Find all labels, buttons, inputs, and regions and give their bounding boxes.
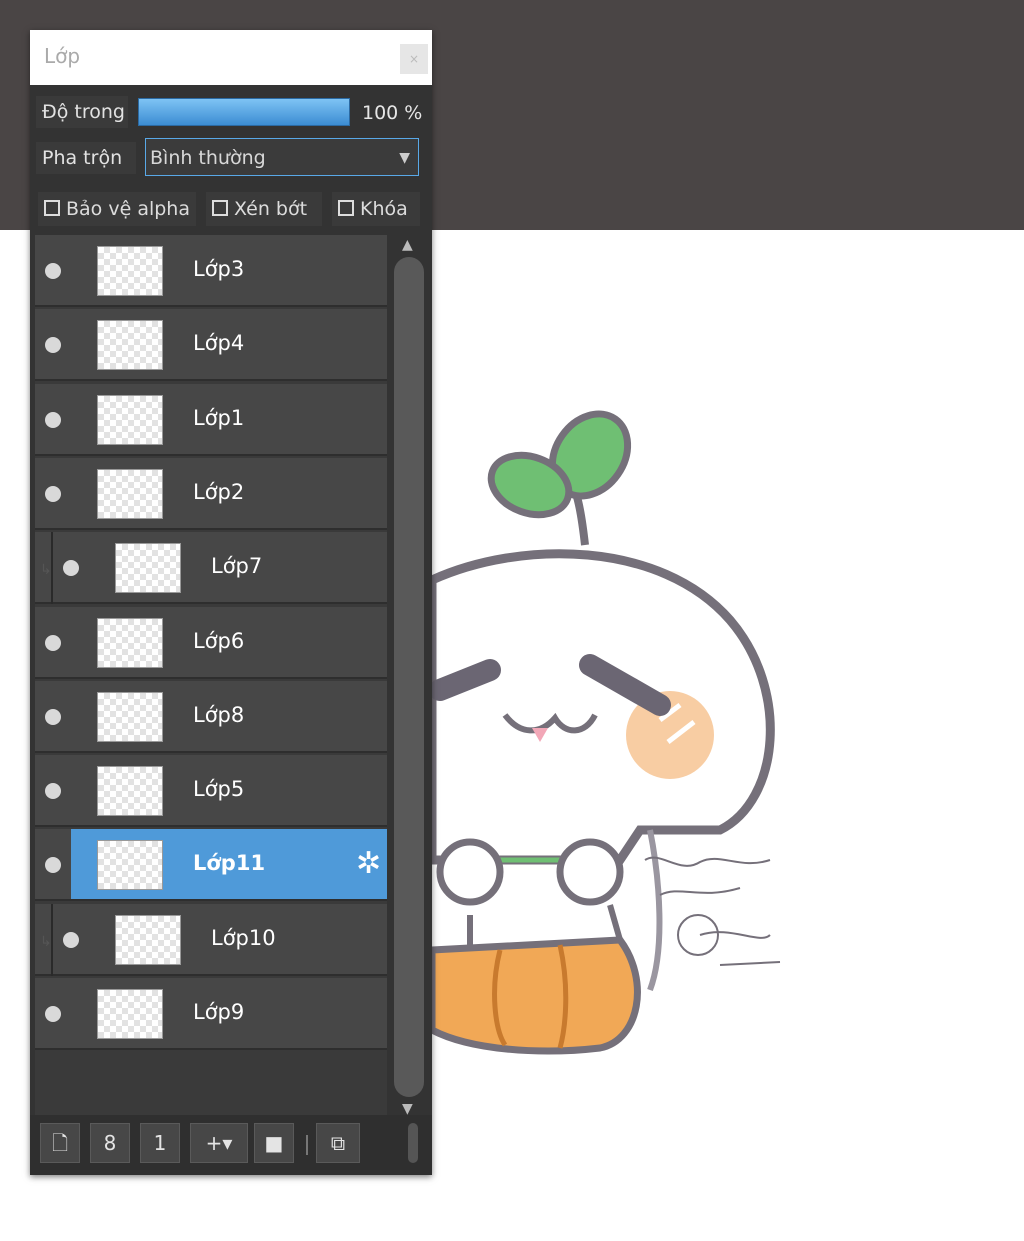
layer-thumbnail [97,468,163,519]
new-8bit-layer-icon[interactable]: 8 [90,1123,130,1163]
layer-list[interactable]: Lớp3 Lớp4 Lớp1 Lớp2 ↳ Lớp7 Lớp6 Lớp8 Lớp5 Lớp11 ✲ ↳… [35,235,387,1145]
toolbar-divider [306,1135,308,1155]
scroll-thumb[interactable] [394,257,424,1097]
layer-row[interactable]: Lớp3 [35,235,387,307]
new-layer-icon[interactable]: 🗋 [40,1123,80,1163]
lock-checkbox[interactable]: Khóa [332,192,420,226]
scroll-up-icon[interactable]: ▲ [402,237,413,253]
layer-thumbnail [97,320,163,371]
layer-list-scrollbar[interactable]: ▲ ▼ [392,235,426,1117]
layer-row[interactable]: Lớp9 [35,978,387,1050]
layer-name: Lớp5 [193,777,245,802]
blend-mode-select[interactable]: Bình thường ▼ [145,138,419,176]
opacity-value: 100 % [362,102,423,124]
visibility-toggle-icon[interactable] [45,485,61,502]
blend-mode-value: Bình thường [150,147,266,169]
clip-arrow-icon: ↳ [40,933,52,950]
layer-name: Lớp7 [211,554,263,579]
layer-toolbar: 🗋 8 1 +▾ ■ ⧉ [30,1115,432,1175]
visibility-toggle-icon[interactable] [45,263,61,279]
protect-alpha-label: Bảo vệ alpha [66,198,190,220]
clipping-label: Xén bớt [234,198,308,220]
layer-name: Lớp8 [193,702,245,727]
visibility-toggle-icon[interactable] [63,560,79,577]
layer-name: Lớp3 [193,257,245,281]
clipping-checkbox[interactable]: Xén bớt [206,192,322,226]
visibility-toggle-icon[interactable] [63,931,79,948]
layer-thumbnail [97,989,163,1039]
layer-name: Lớp10 [211,925,276,950]
layer-row[interactable]: Lớp4 [35,309,387,382]
layer-thumbnail [97,617,163,668]
checkbox-icon [338,200,354,216]
layer-row[interactable]: Lớp6 [35,606,387,679]
layer-row[interactable]: ↳ Lớp10 [35,903,387,976]
panel-title: Lớp [44,44,81,68]
checkbox-icon [44,200,60,216]
opacity-slider[interactable] [138,98,350,126]
chevron-down-icon: ▼ [399,150,410,166]
layer-thumbnail [97,766,163,817]
layer-thumbnail [115,543,181,594]
layer-name: Lớp11 [193,851,266,876]
layer-name: Lớp1 [193,405,245,430]
layer-thumbnail [97,394,163,445]
layer-row[interactable]: ↳ Lớp7 [35,532,387,605]
layer-row[interactable]: Lớp11 ✲ [35,829,387,902]
visibility-toggle-icon[interactable] [45,337,61,354]
visibility-toggle-icon[interactable] [45,634,61,651]
layer-name: Lớp4 [193,331,245,356]
opacity-label: Độ trong [36,96,128,128]
visibility-toggle-icon[interactable] [45,783,61,800]
layer-row[interactable]: Lớp2 [35,457,387,530]
close-button[interactable]: × [400,44,428,74]
panel-titlebar[interactable]: Lớp × [30,30,432,85]
folder-icon[interactable]: ■ [254,1123,294,1163]
layer-row[interactable]: Lớp8 [35,680,387,753]
visibility-toggle-icon[interactable] [45,857,61,874]
layer-panel: Lớp × Độ trong 100 % Pha trộn Bình thườn… [30,30,432,1175]
layer-thumbnail [97,246,163,296]
visibility-toggle-icon[interactable] [45,411,61,428]
protect-alpha-checkbox[interactable]: Bảo vệ alpha [38,192,196,226]
lock-label: Khóa [360,198,408,220]
clip-arrow-icon: ↳ [40,562,52,579]
layer-name: Lớp9 [193,1000,245,1024]
layer-row[interactable]: Lớp5 [35,755,387,828]
layer-row[interactable]: Lớp1 [35,383,387,456]
layer-thumbnail [115,914,181,965]
toolbar-scrollbar[interactable] [408,1123,418,1163]
visibility-toggle-icon[interactable] [45,1006,61,1022]
duplicate-layer-icon[interactable]: ⧉ [316,1123,360,1163]
layer-thumbnail [97,840,163,891]
gear-icon[interactable]: ✲ [356,847,381,881]
blend-mode-label: Pha trộn [36,142,136,174]
visibility-toggle-icon[interactable] [45,708,61,725]
add-layer-menu-icon[interactable]: +▾ [190,1123,248,1163]
layer-thumbnail [97,691,163,742]
new-1bit-layer-icon[interactable]: 1 [140,1123,180,1163]
layer-name: Lớp6 [193,628,245,653]
checkbox-icon [212,200,228,216]
layer-name: Lớp2 [193,479,245,504]
